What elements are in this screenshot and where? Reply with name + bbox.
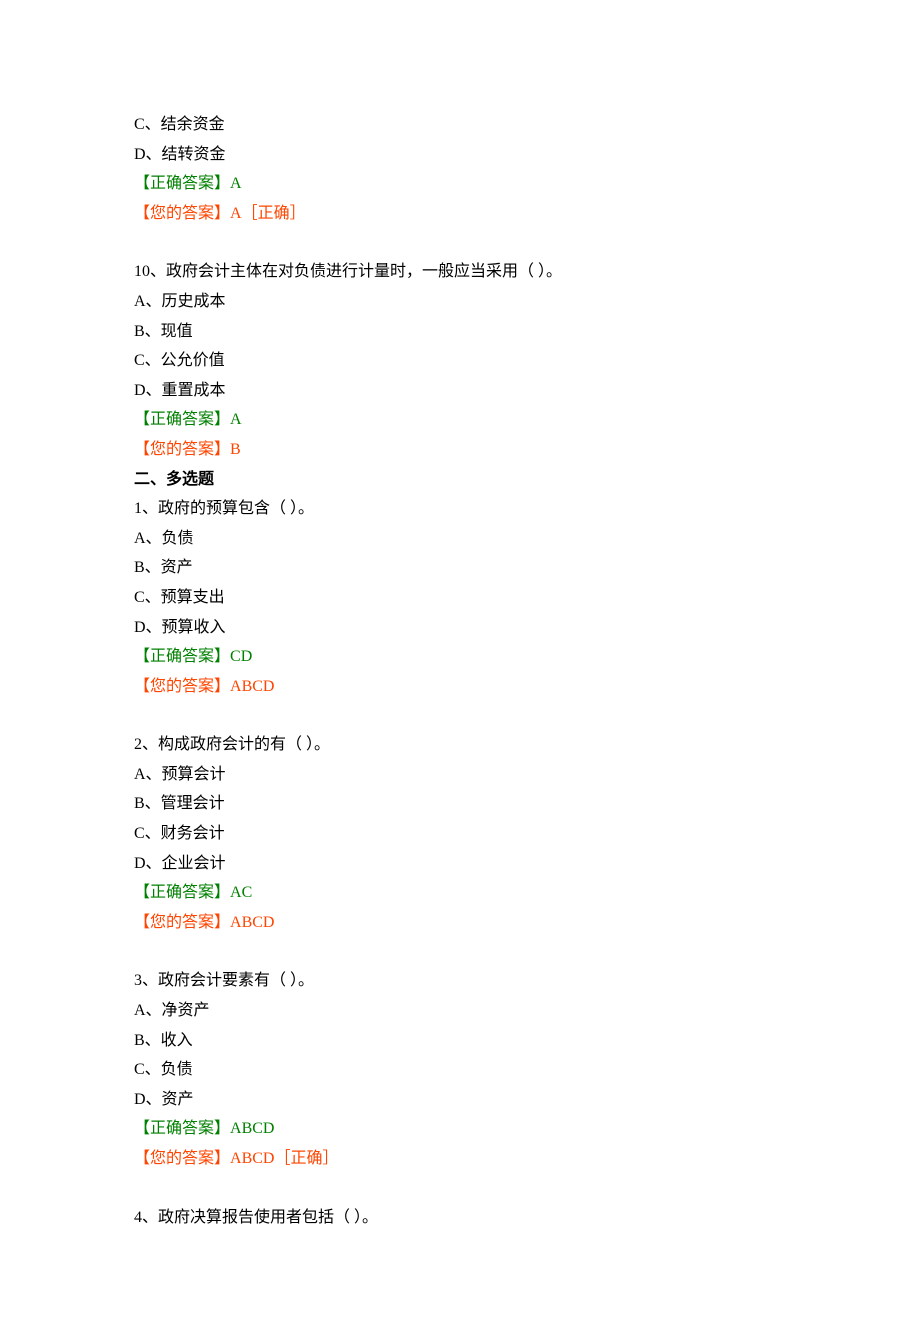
m2-your-label: 【您的答案】: [134, 914, 230, 931]
q10-stem: 10、政府会计主体在对负债进行计量时，一般应当采用（ ）。: [134, 257, 790, 287]
m3-correct-label: 【正确答案】: [134, 1120, 230, 1137]
q10-option-c: C、公允价值: [134, 346, 790, 376]
m3-your-val: ABCD［正确］: [230, 1150, 338, 1167]
document-page: C、结余资金 D、结转资金 【正确答案】A 【您的答案】A［正确］ 10、政府会…: [0, 0, 920, 1342]
q9-your-answer: 【您的答案】A［正确］: [134, 199, 790, 229]
m2-option-a: A、预算会计: [134, 760, 790, 790]
m1-correct-label: 【正确答案】: [134, 648, 230, 665]
m2-your-answer: 【您的答案】ABCD: [134, 908, 790, 938]
m1-correct-answer: 【正确答案】CD: [134, 642, 790, 672]
m3-option-d: D、资产: [134, 1085, 790, 1115]
m3-stem: 3、政府会计要素有（ ）。: [134, 966, 790, 996]
q10-option-d: D、重置成本: [134, 376, 790, 406]
m2-correct-answer: 【正确答案】AC: [134, 878, 790, 908]
m1-option-c: C、预算支出: [134, 583, 790, 613]
m3-option-b: B、收入: [134, 1026, 790, 1056]
spacer: [134, 1174, 790, 1203]
spacer: [134, 937, 790, 966]
m1-your-val: ABCD: [230, 678, 274, 695]
m3-option-c: C、负债: [134, 1055, 790, 1085]
q10-your-answer: 【您的答案】B: [134, 435, 790, 465]
q10-option-b: B、现值: [134, 317, 790, 347]
m2-your-val: ABCD: [230, 914, 274, 931]
q10-correct-answer: 【正确答案】A: [134, 405, 790, 435]
m3-your-answer: 【您的答案】ABCD［正确］: [134, 1144, 790, 1174]
q10-option-a: A、历史成本: [134, 287, 790, 317]
section-2-heading: 二、多选题: [134, 465, 790, 495]
m1-option-b: B、资产: [134, 553, 790, 583]
m1-correct-val: CD: [230, 648, 252, 665]
m3-option-a: A、净资产: [134, 996, 790, 1026]
q10-your-val: B: [230, 441, 241, 458]
m1-option-a: A、负债: [134, 524, 790, 554]
m2-correct-label: 【正确答案】: [134, 884, 230, 901]
q10-correct-label: 【正确答案】: [134, 411, 230, 428]
m1-option-d: D、预算收入: [134, 613, 790, 643]
m1-stem: 1、政府的预算包含（ ）。: [134, 494, 790, 524]
q9-option-c: C、结余资金: [134, 110, 790, 140]
m2-option-d: D、企业会计: [134, 849, 790, 879]
m3-correct-answer: 【正确答案】ABCD: [134, 1114, 790, 1144]
q9-correct-val: A: [230, 175, 242, 192]
q9-correct-label: 【正确答案】: [134, 175, 230, 192]
m1-your-label: 【您的答案】: [134, 678, 230, 695]
q9-correct-answer: 【正确答案】A: [134, 169, 790, 199]
q10-correct-val: A: [230, 411, 242, 428]
q10-your-label: 【您的答案】: [134, 441, 230, 458]
m4-stem: 4、政府决算报告使用者包括（ ）。: [134, 1203, 790, 1233]
q9-your-val: A［正确］: [230, 205, 306, 222]
m3-correct-val: ABCD: [230, 1120, 274, 1137]
m3-your-label: 【您的答案】: [134, 1150, 230, 1167]
m2-option-c: C、财务会计: [134, 819, 790, 849]
m2-correct-val: AC: [230, 884, 252, 901]
m2-option-b: B、管理会计: [134, 789, 790, 819]
spacer: [134, 228, 790, 257]
q9-your-label: 【您的答案】: [134, 205, 230, 222]
m1-your-answer: 【您的答案】ABCD: [134, 672, 790, 702]
m2-stem: 2、构成政府会计的有（ ）。: [134, 730, 790, 760]
spacer: [134, 701, 790, 730]
q9-option-d: D、结转资金: [134, 140, 790, 170]
